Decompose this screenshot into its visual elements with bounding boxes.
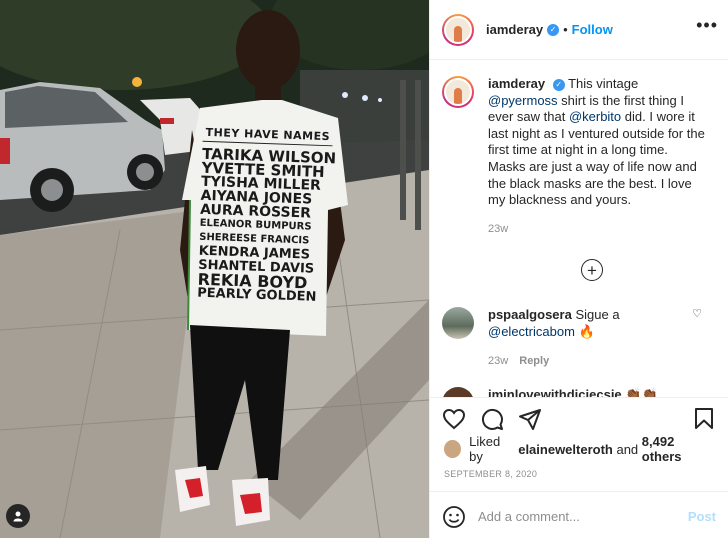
comment-like-icon[interactable]: ♡ (692, 307, 702, 320)
avatar[interactable] (442, 76, 474, 108)
shirt-header: THEY HAVE NAMES (202, 125, 334, 147)
comment-timestamp[interactable]: 23w (488, 355, 508, 367)
smiley-icon[interactable] (442, 505, 466, 529)
comment-username[interactable]: pspaalgosera (488, 307, 572, 322)
comment-username[interactable]: iminlovewithdiciecsie (488, 387, 622, 397)
send-icon[interactable] (518, 407, 542, 431)
instagram-post: THEY HAVE NAMES TARIKA WILSON YVETTE SMI… (0, 0, 728, 538)
post-header: iamderay ✓ • Follow ••• (430, 0, 728, 60)
add-comment-bar: Add a comment... Post (430, 491, 728, 538)
caption-text: This vintage (568, 76, 639, 91)
comment-item: iminlovewithdiciecsie 👏🏾👏🏾 (442, 387, 716, 397)
post-sidebar: iamderay ✓ • Follow ••• iamderay ✓ This … (429, 0, 728, 538)
avatar[interactable] (442, 13, 474, 46)
heart-icon[interactable] (442, 407, 466, 431)
avatar[interactable] (442, 387, 474, 397)
post-comment-button[interactable]: Post (688, 509, 716, 524)
post-photo[interactable]: THEY HAVE NAMES TARIKA WILSON YVETTE SMI… (0, 0, 429, 538)
comment-emoji: 🔥 (578, 323, 595, 339)
bookmark-icon[interactable] (692, 407, 716, 431)
comment-emoji: 👏🏾👏🏾 (625, 387, 658, 397)
likes-and: and (612, 441, 642, 457)
comment-input[interactable]: Add a comment... (478, 509, 688, 524)
comment-text: Sigue a (575, 307, 620, 323)
user-tag-icon[interactable] (6, 504, 30, 528)
action-bar (430, 397, 728, 439)
likes-prefix: Liked by (469, 434, 501, 464)
avatar[interactable] (442, 307, 474, 340)
comments-list[interactable]: iamderay ✓ This vintage @pyermoss shirt … (430, 60, 728, 397)
more-options-icon[interactable]: ••• (696, 16, 718, 34)
avatar[interactable] (444, 440, 462, 458)
mention-link[interactable]: @electricabom (488, 324, 575, 339)
load-more-comments-icon[interactable]: + (581, 259, 603, 282)
follow-button[interactable]: Follow (572, 22, 613, 37)
username-link[interactable]: iamderay (486, 22, 543, 37)
mention-link[interactable]: @kerbito (569, 109, 621, 124)
caption-timestamp[interactable]: 23w (488, 221, 706, 238)
likes-count[interactable]: 8,492 others (642, 434, 714, 464)
verified-icon: ✓ (547, 23, 560, 36)
verified-icon: ✓ (552, 78, 565, 91)
comment-item: pspaalgosera Sigue a @electricabom 🔥 23w… (442, 307, 716, 369)
liked-by-user[interactable]: elainewelteroth (518, 442, 613, 457)
caption: iamderay ✓ This vintage @pyermoss shirt … (442, 76, 716, 237)
likes-summary: Liked by elainewelteroth and 8,492 other… (430, 434, 728, 464)
separator-dot: • (563, 22, 568, 37)
mention-link[interactable]: @pyermoss (488, 93, 558, 108)
shirt-print: THEY HAVE NAMES TARIKA WILSON YVETTE SMI… (197, 125, 336, 305)
reply-button[interactable]: Reply (519, 355, 549, 367)
caption-username[interactable]: iamderay (488, 76, 545, 91)
comment-icon[interactable] (480, 407, 504, 431)
